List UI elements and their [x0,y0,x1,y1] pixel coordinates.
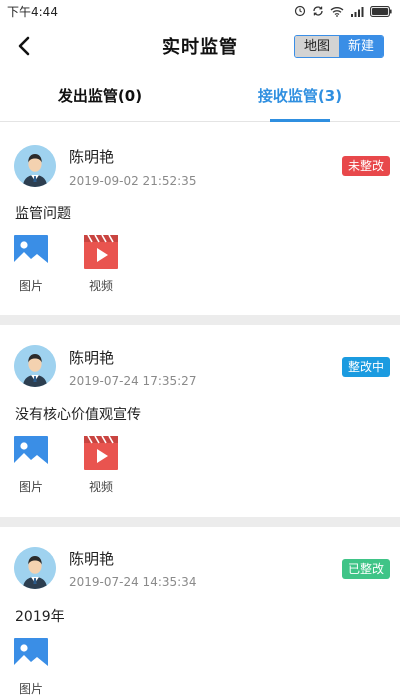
list-item[interactable]: 陈明艳 2019-07-24 14:35:34 已整改 2019年 图片 [0,527,400,700]
attachment-label: 视频 [88,480,113,494]
divider [0,315,400,325]
view-segment: 地图 新建 [293,35,384,58]
tab-received-supervision[interactable]: 接收监管(3) [200,70,400,121]
video-attachment[interactable]: 视频 [81,436,121,495]
reporter-name: 陈明艳 [69,349,115,367]
report-time: 2019-07-24 14:35:34 [69,575,197,589]
map-button[interactable]: 地图 [294,36,339,57]
image-icon [14,638,48,672]
tab-bar: 发出监管(0) 接收监管(3) [0,70,400,122]
report-time: 2019-09-02 21:52:35 [69,174,197,188]
signal-icon [351,6,364,17]
attachment-label: 图片 [18,480,43,494]
video-icon [84,436,118,470]
alarm-icon [294,5,306,17]
video-icon [84,235,118,269]
list-item[interactable]: 陈明艳 2019-07-24 17:35:27 整改中 没有核心价值观宣传 图片… [0,325,400,517]
image-attachment[interactable]: 图片 [11,638,51,697]
avatar [14,345,56,387]
tab-sent-supervision[interactable]: 发出监管(0) [0,70,200,121]
status-badge: 已整改 [341,559,390,579]
attachment-label: 图片 [18,279,43,293]
wifi-icon [330,6,344,17]
user-avatar-icon [14,345,56,387]
status-bar: 下午4:44 [0,0,400,22]
list-item[interactable]: 陈明艳 2019-09-02 21:52:35 未整改 监管问题 图片 视频 [0,123,400,315]
user-avatar-icon [14,145,56,187]
status-time: 下午4:44 [7,4,58,19]
problem-description: 2019年 [15,609,65,625]
image-icon [14,436,48,470]
new-button[interactable]: 新建 [338,36,383,57]
image-icon [14,235,48,269]
status-icons [294,5,392,17]
avatar [14,145,56,187]
image-attachment[interactable]: 图片 [11,436,51,495]
back-arrow-icon [18,36,30,56]
video-attachment[interactable]: 视频 [81,235,121,294]
reporter-name: 陈明艳 [69,148,115,166]
back-button[interactable] [12,34,36,58]
attachment-label: 图片 [18,682,43,696]
user-avatar-icon [14,547,56,589]
problem-description: 监管问题 [15,206,71,222]
avatar [14,547,56,589]
battery-icon [370,5,392,17]
report-time: 2019-07-24 17:35:27 [69,374,197,388]
sync-icon [313,6,323,16]
divider [0,517,400,527]
page-title: 实时监管 [162,37,238,58]
problem-description: 没有核心价值观宣传 [15,407,141,423]
attachment-label: 视频 [88,279,113,293]
header: 实时监管 地图 新建 [0,22,400,70]
reporter-name: 陈明艳 [69,550,115,568]
image-attachment[interactable]: 图片 [11,235,51,294]
status-badge: 整改中 [341,357,390,377]
status-badge: 未整改 [341,156,390,176]
